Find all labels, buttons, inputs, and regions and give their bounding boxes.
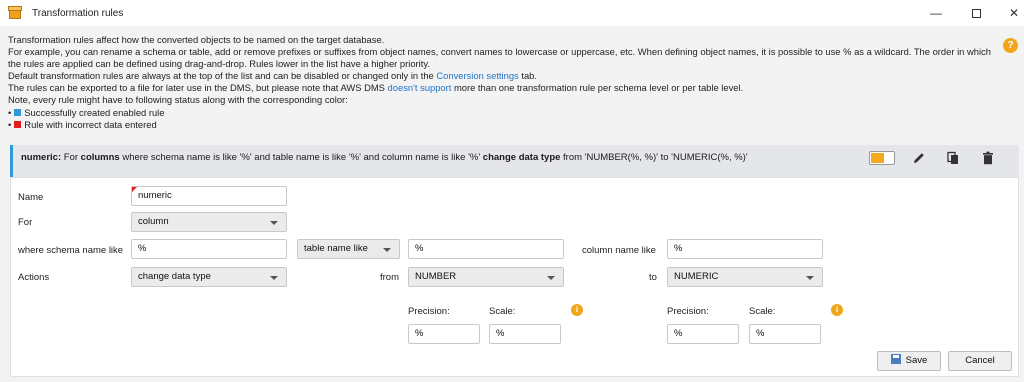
- minimize-button[interactable]: —: [916, 0, 956, 26]
- to-type-select[interactable]: NUMERIC: [667, 267, 823, 287]
- rule-description: numeric: For columns where schema name i…: [21, 152, 748, 163]
- from-label: from: [380, 272, 399, 283]
- intro-line: The rules can be exported to a file for …: [8, 82, 998, 94]
- from-type-value: NUMBER: [415, 271, 457, 282]
- column-label: column name like: [582, 245, 656, 256]
- rule-header[interactable]: numeric: For columns where schema name i…: [10, 145, 1019, 177]
- legend-error: • Rule with incorrect data entered: [8, 119, 998, 131]
- info-icon[interactable]: i: [571, 304, 583, 316]
- intro-text-segment: Default transformation rules are always …: [8, 70, 434, 82]
- to-precision-label: Precision:: [667, 306, 709, 317]
- actions-select[interactable]: change data type: [131, 267, 287, 287]
- from-scale-input[interactable]: %: [489, 324, 561, 344]
- copy-icon[interactable]: [946, 151, 960, 165]
- intro-line: Transformation rules affect how the conv…: [8, 34, 385, 45]
- for-label: For: [18, 217, 33, 228]
- for-value: column: [138, 216, 169, 227]
- schema-input[interactable]: %: [131, 239, 287, 259]
- from-type-select[interactable]: NUMBER: [408, 267, 564, 287]
- chevron-down-icon: [547, 276, 555, 280]
- intro-line: For example, you can rename a schema or …: [8, 46, 991, 58]
- for-select[interactable]: column: [131, 212, 287, 232]
- name-label: Name: [18, 192, 44, 203]
- rule-enable-toggle[interactable]: [869, 151, 895, 165]
- cancel-button[interactable]: Cancel: [948, 351, 1012, 371]
- column-value: %: [674, 243, 683, 254]
- intro-text: Transformation rules affect how the conv…: [8, 34, 998, 131]
- trash-icon[interactable]: [981, 151, 995, 165]
- intro-text-segment: more than one transformation rule per sc…: [453, 82, 744, 94]
- intro-line: Note, every rule might have to following…: [8, 94, 348, 106]
- title-bar: Transformation rules — ✕: [0, 0, 1024, 26]
- from-precision-input[interactable]: %: [408, 324, 480, 344]
- rule-text: where schema name is like '%' and table …: [122, 152, 481, 163]
- chevron-down-icon: [270, 221, 278, 225]
- schema-label: where schema name like: [18, 245, 124, 256]
- to-type-value: NUMERIC: [674, 271, 719, 282]
- table-filter-select[interactable]: table name like: [297, 239, 400, 259]
- rule-text: For: [63, 152, 79, 163]
- from-scale-label: Scale:: [489, 306, 516, 317]
- to-scale-label: Scale:: [749, 306, 776, 317]
- conversion-settings-link[interactable]: Conversion settings: [436, 70, 518, 81]
- intro-line: Default transformation rules are always …: [8, 70, 998, 82]
- chevron-down-icon: [383, 248, 391, 252]
- app-box-icon: [8, 6, 22, 20]
- intro-text-segment: The rules can be exported to a file for …: [8, 82, 385, 94]
- help-icon[interactable]: ?: [1003, 38, 1018, 53]
- bullet: •: [8, 118, 12, 130]
- to-precision-input[interactable]: %: [667, 324, 739, 344]
- save-label: Save: [905, 355, 928, 366]
- save-button[interactable]: Save: [877, 351, 941, 371]
- floppy-disk-icon: [890, 354, 901, 364]
- rule-text: from 'NUMBER(%, %)' to 'NUMERIC(%, %)': [563, 152, 748, 163]
- rule-edit-form: Name numeric For column where schema nam…: [10, 177, 1019, 377]
- schema-value: %: [138, 243, 147, 254]
- maximize-button[interactable]: [956, 0, 996, 26]
- pencil-icon[interactable]: [912, 151, 926, 165]
- doesnt-support-link[interactable]: doesn't support: [388, 82, 452, 93]
- from-precision-label: Precision:: [408, 306, 450, 317]
- rule-action: change data type: [482, 152, 561, 163]
- success-color-swatch: [14, 109, 22, 117]
- name-input[interactable]: numeric: [131, 186, 287, 206]
- rule-object: columns: [80, 152, 120, 163]
- required-marker: [132, 187, 137, 192]
- legend-success: • Successfully created enabled rule: [8, 107, 998, 119]
- from-precision-value: %: [415, 328, 424, 339]
- window-title: Transformation rules: [32, 7, 124, 19]
- maximize-icon: [971, 8, 981, 18]
- info-icon[interactable]: i: [831, 304, 843, 316]
- toggle-knob: [871, 153, 884, 163]
- table-filter-value: table name like: [304, 243, 368, 254]
- name-value: numeric: [138, 190, 172, 201]
- to-precision-value: %: [674, 328, 683, 339]
- chevron-down-icon: [270, 276, 278, 280]
- rule-name: numeric:: [21, 152, 62, 163]
- error-color-swatch: [14, 121, 22, 129]
- actions-value: change data type: [138, 271, 211, 282]
- from-scale-value: %: [496, 328, 505, 339]
- to-scale-value: %: [756, 328, 765, 339]
- table-value: %: [415, 243, 424, 254]
- legend-success-label: Successfully created enabled rule: [24, 106, 165, 118]
- column-input[interactable]: %: [667, 239, 823, 259]
- intro-line: the rules are applied can be defined usi…: [8, 58, 430, 70]
- actions-label: Actions: [18, 272, 50, 283]
- close-button[interactable]: ✕: [994, 0, 1024, 26]
- table-input[interactable]: %: [408, 239, 564, 259]
- intro-text-segment: tab.: [521, 70, 537, 82]
- to-scale-input[interactable]: %: [749, 324, 821, 344]
- legend-error-label: Rule with incorrect data entered: [24, 118, 157, 130]
- chevron-down-icon: [806, 276, 814, 280]
- bullet: •: [8, 106, 12, 118]
- to-label: to: [649, 272, 657, 283]
